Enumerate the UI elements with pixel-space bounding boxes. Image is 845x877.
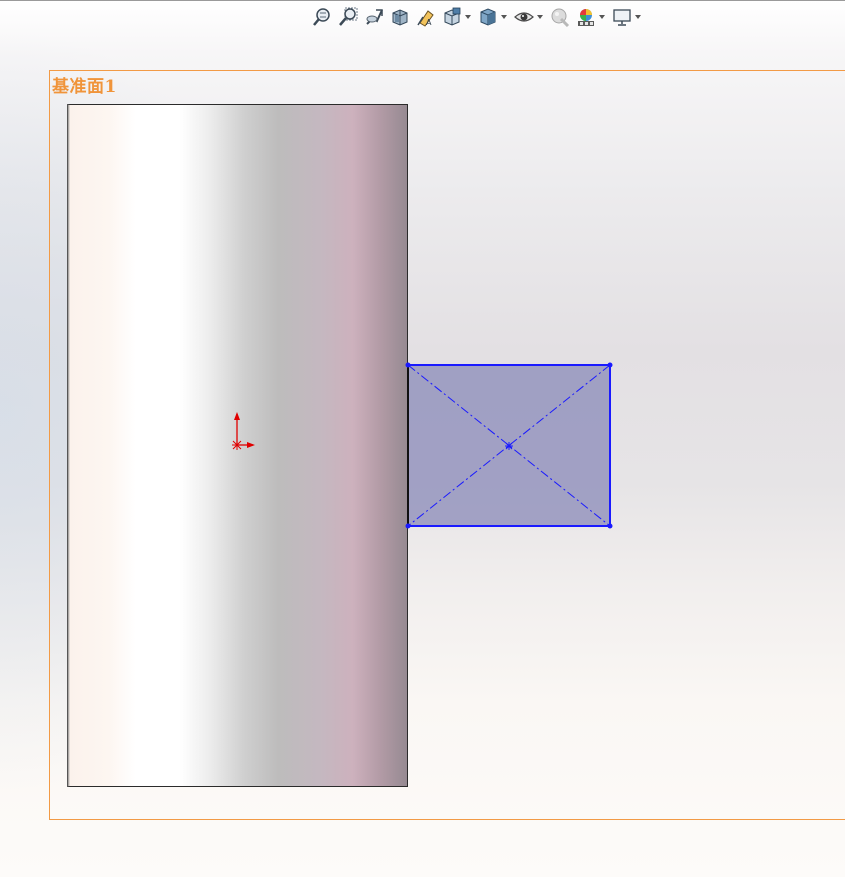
sketch-point-bottom-left[interactable]	[405, 523, 411, 529]
sketch-origin-icon[interactable]	[232, 412, 255, 450]
sketch-overlay	[232, 362, 613, 529]
sketch-center-point[interactable]	[505, 442, 513, 450]
sketch-point-top-right[interactable]	[607, 362, 613, 368]
sketch-point-bottom-right[interactable]	[607, 523, 613, 529]
sketch-point-top-left[interactable]	[405, 362, 411, 368]
